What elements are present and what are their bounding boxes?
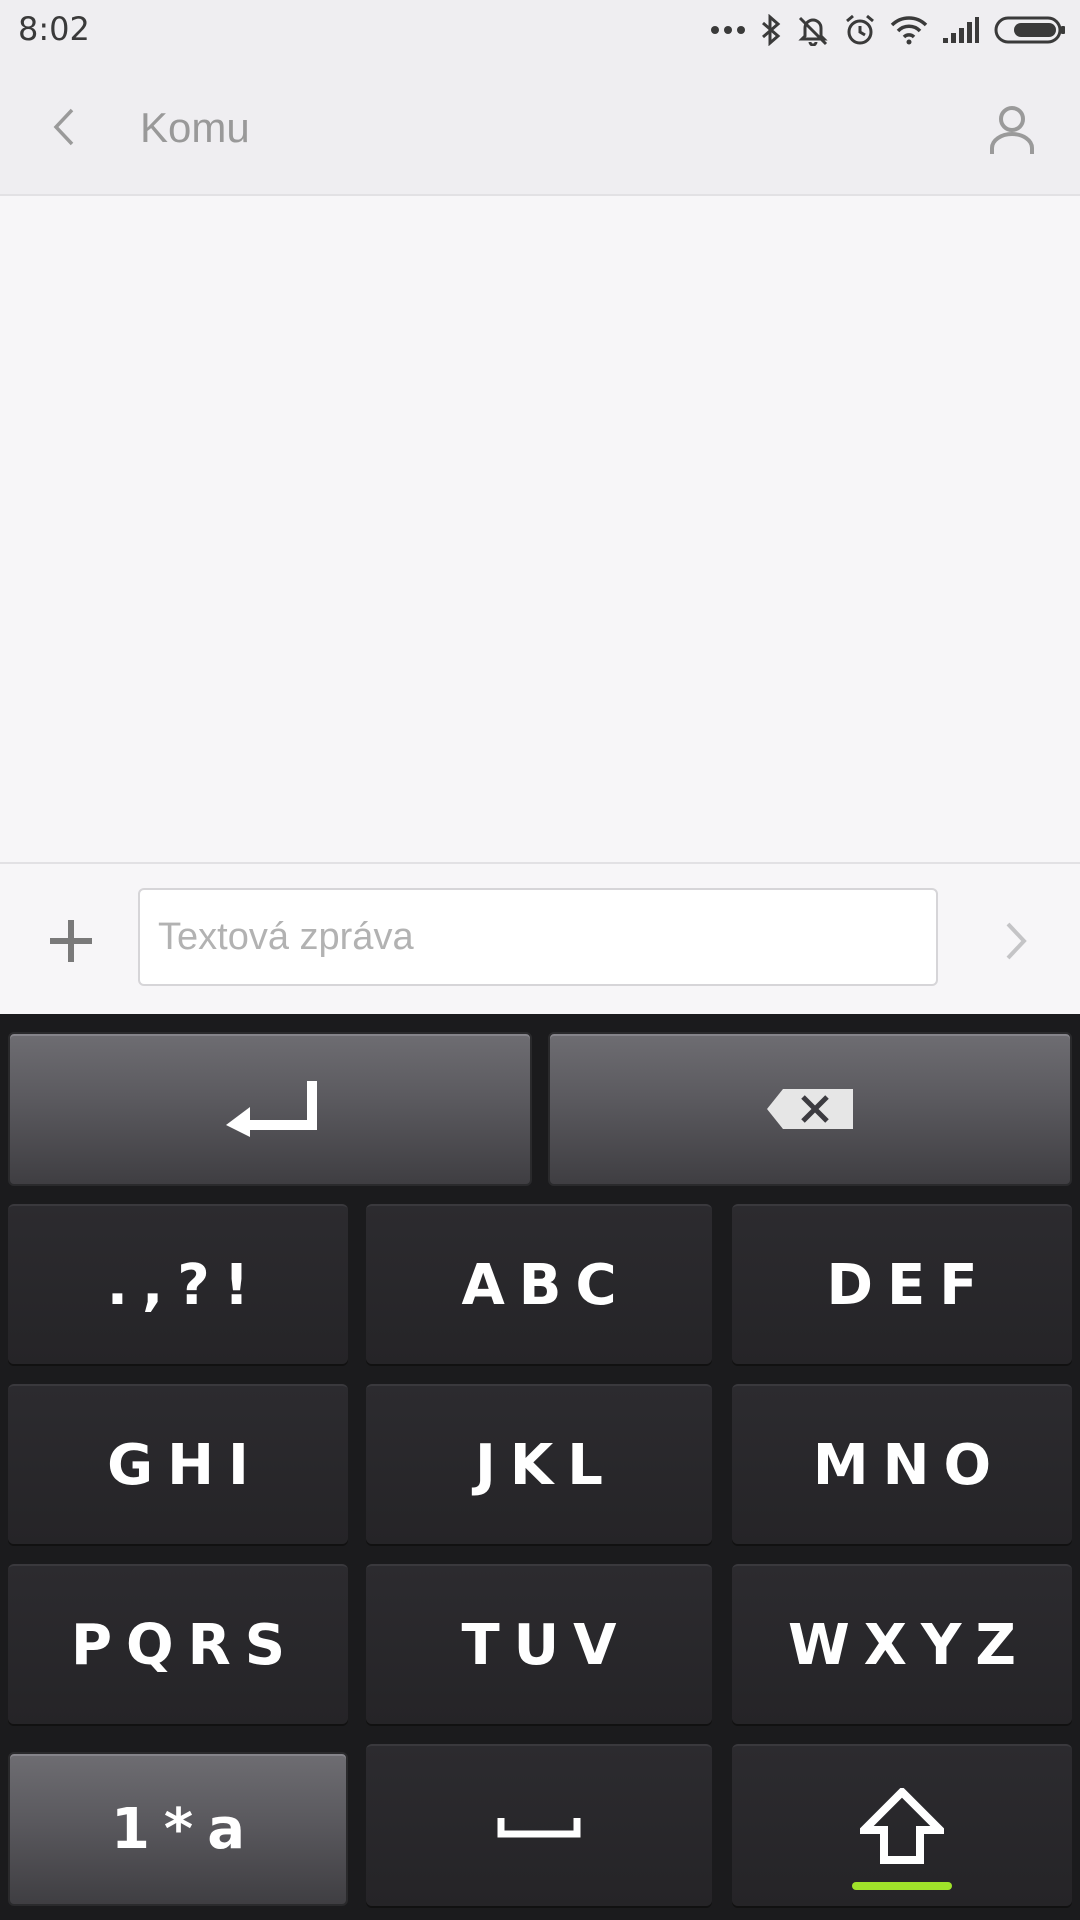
message-input[interactable]: [138, 888, 938, 986]
plus-icon: [50, 920, 92, 962]
key-jkl[interactable]: JKL: [366, 1384, 712, 1544]
message-area: [0, 196, 1080, 862]
key-ghi[interactable]: GHI: [8, 1384, 348, 1544]
space-icon: [497, 1818, 581, 1838]
alarm-icon: [846, 14, 874, 45]
battery-icon: [994, 16, 1065, 44]
recipient-label[interactable]: Komu: [140, 104, 250, 152]
bluetooth-icon: [762, 14, 781, 46]
send-button[interactable]: [990, 916, 1040, 966]
backspace-icon: [767, 1089, 853, 1129]
compose-bar: [0, 862, 1080, 1016]
enter-icon: [226, 1081, 317, 1137]
key-pqrs[interactable]: PQRS: [8, 1564, 348, 1724]
add-contact-button[interactable]: [984, 102, 1040, 158]
key-label: JKL: [475, 1432, 617, 1498]
key-label: TUV: [461, 1612, 631, 1678]
key-label: 1*a: [110, 1796, 260, 1862]
key-punctuation[interactable]: .,?!: [8, 1204, 348, 1364]
key-abc[interactable]: ABC: [366, 1204, 712, 1364]
key-mno[interactable]: MNO: [732, 1384, 1072, 1544]
key-label: WXYZ: [787, 1612, 1031, 1678]
key-def[interactable]: DEF: [732, 1204, 1072, 1364]
status-bar: 8:02: [0, 0, 1080, 60]
key-label: MNO: [812, 1432, 1006, 1498]
header: Komu: [0, 60, 1080, 196]
attach-button[interactable]: [46, 916, 96, 966]
key-label: DEF: [826, 1252, 992, 1318]
person-icon: [990, 106, 1034, 154]
key-label: .,?!: [106, 1252, 264, 1318]
key-tuv[interactable]: TUV: [366, 1564, 712, 1724]
status-time: 8:02: [18, 10, 90, 48]
chevron-right-icon: [1006, 922, 1027, 960]
wifi-icon: [890, 16, 928, 45]
chevron-left-icon: [53, 108, 74, 146]
status-icons: [710, 10, 1066, 50]
back-button[interactable]: [40, 102, 90, 152]
shift-icon: [860, 1788, 944, 1864]
key-wxyz[interactable]: WXYZ: [732, 1564, 1072, 1724]
key-label: PQRS: [70, 1612, 300, 1678]
shift-active-indicator: [852, 1882, 952, 1890]
enter-key[interactable]: [8, 1032, 532, 1186]
notifications-off-icon: [798, 16, 828, 46]
t9-keyboard: .,?! ABC DEF GHI JKL MNO PQRS TUV WXYZ 1…: [0, 1014, 1080, 1920]
space-key[interactable]: [366, 1744, 712, 1906]
signal-icon: [943, 17, 979, 43]
more-dots-icon: [711, 26, 745, 34]
shift-key[interactable]: [732, 1744, 1072, 1906]
backspace-key[interactable]: [548, 1032, 1072, 1186]
key-label: GHI: [107, 1432, 263, 1498]
input-mode-key[interactable]: 1*a: [8, 1752, 348, 1906]
key-label: ABC: [461, 1252, 631, 1318]
